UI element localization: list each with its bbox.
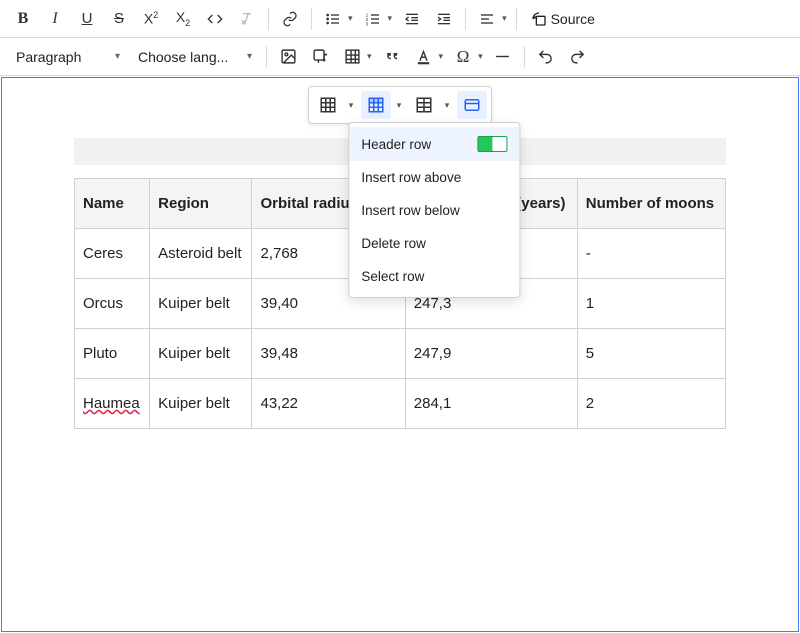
- heading-dropdown-label: Paragraph: [16, 49, 81, 65]
- table-row[interactable]: Haumea Kuiper belt 43,22 284,1 2: [75, 379, 726, 429]
- undo-button[interactable]: [531, 42, 561, 72]
- insert-table-button[interactable]: [337, 42, 367, 72]
- table-column-button[interactable]: [313, 91, 343, 119]
- text-color-button[interactable]: [409, 42, 439, 72]
- alignment-button[interactable]: [472, 4, 502, 34]
- select-row-item[interactable]: Select row: [349, 260, 519, 293]
- separator: [516, 8, 517, 30]
- cell-name-text: Haumea: [83, 395, 140, 412]
- delete-row-label: Delete row: [361, 236, 426, 251]
- separator: [266, 46, 267, 68]
- subscript-button[interactable]: X2: [168, 4, 198, 34]
- table-row-chevron-icon[interactable]: ▾: [391, 91, 407, 119]
- separator: [311, 8, 312, 30]
- chevron-down-icon: ▾: [247, 51, 252, 62]
- bulleted-list-chevron-icon[interactable]: ▾: [348, 13, 356, 24]
- alignment-chevron-icon[interactable]: ▾: [502, 13, 510, 24]
- col-header-moons[interactable]: Number of moons: [577, 179, 725, 229]
- cell-moons[interactable]: 5: [577, 329, 725, 379]
- cell-name[interactable]: Pluto: [75, 329, 150, 379]
- table-row-button[interactable]: [361, 91, 391, 119]
- language-dropdown-label: Choose lang...: [138, 49, 228, 65]
- editor-canvas[interactable]: ▾ ▾ ▾: [1, 77, 799, 632]
- source-button[interactable]: Source: [523, 4, 603, 34]
- blockquote-button[interactable]: [377, 42, 407, 72]
- italic-button[interactable]: I: [40, 4, 70, 34]
- insert-row-above-item[interactable]: Insert row above: [349, 161, 519, 194]
- heading-dropdown[interactable]: Paragraph ▾: [8, 42, 128, 72]
- language-dropdown[interactable]: Choose lang... ▾: [130, 42, 260, 72]
- chevron-down-icon: ▾: [115, 51, 120, 62]
- header-row-switch-on[interactable]: [477, 136, 507, 152]
- superscript-button[interactable]: X2: [136, 4, 166, 34]
- separator: [465, 8, 466, 30]
- select-row-label: Select row: [361, 269, 424, 284]
- svg-text:3: 3: [365, 21, 368, 26]
- insert-row-above-label: Insert row above: [361, 170, 461, 185]
- table-merge-button[interactable]: [409, 91, 439, 119]
- toolbar-row-1: B I U S X2 X2 ▾ 123 ▾: [0, 0, 800, 38]
- special-char-button[interactable]: Ω: [448, 42, 478, 72]
- code-button[interactable]: [200, 4, 230, 34]
- table-row-dropdown: Header row Insert row above Insert row b…: [348, 122, 520, 298]
- bulleted-list-button[interactable]: [318, 4, 348, 34]
- toolbar-row-2: Paragraph ▾ Choose lang... ▾ ▾ ▾ Ω ▾: [0, 38, 800, 76]
- cell-radius[interactable]: 39,48: [252, 329, 405, 379]
- image-button[interactable]: [273, 42, 303, 72]
- strikethrough-button[interactable]: S: [104, 4, 134, 34]
- col-header-region[interactable]: Region: [150, 179, 252, 229]
- indent-button[interactable]: [429, 4, 459, 34]
- insert-row-below-label: Insert row below: [361, 203, 459, 218]
- underline-button[interactable]: U: [72, 4, 102, 34]
- table-column-chevron-icon[interactable]: ▾: [343, 91, 359, 119]
- table-properties-button[interactable]: [457, 91, 487, 119]
- link-button[interactable]: [275, 4, 305, 34]
- cell-name[interactable]: Ceres: [75, 229, 150, 279]
- delete-row-item[interactable]: Delete row: [349, 227, 519, 260]
- cell-radius[interactable]: 43,22: [252, 379, 405, 429]
- cell-period[interactable]: 247,9: [405, 329, 577, 379]
- redo-button[interactable]: [563, 42, 593, 72]
- cell-moons[interactable]: -: [577, 229, 725, 279]
- separator: [524, 46, 525, 68]
- cell-period[interactable]: 284,1: [405, 379, 577, 429]
- table-row[interactable]: Pluto Kuiper belt 39,48 247,9 5: [75, 329, 726, 379]
- bold-button[interactable]: B: [8, 4, 38, 34]
- outdent-button[interactable]: [397, 4, 427, 34]
- cell-moons[interactable]: 2: [577, 379, 725, 429]
- media-button[interactable]: [305, 42, 335, 72]
- cell-region[interactable]: Kuiper belt: [150, 329, 252, 379]
- text-color-chevron-icon[interactable]: ▾: [439, 51, 447, 62]
- cell-moons[interactable]: 1: [577, 279, 725, 329]
- remove-format-button[interactable]: [232, 4, 262, 34]
- col-header-name[interactable]: Name: [75, 179, 150, 229]
- numbered-list-button[interactable]: 123: [358, 4, 388, 34]
- header-row-toggle[interactable]: Header row: [349, 127, 519, 161]
- cell-region[interactable]: Kuiper belt: [150, 279, 252, 329]
- cell-name[interactable]: Haumea: [75, 379, 150, 429]
- insert-row-below-item[interactable]: Insert row below: [349, 194, 519, 227]
- special-char-chevron-icon[interactable]: ▾: [478, 51, 486, 62]
- cell-name[interactable]: Orcus: [75, 279, 150, 329]
- horizontal-line-button[interactable]: [488, 42, 518, 72]
- cell-region[interactable]: Asteroid belt: [150, 229, 252, 279]
- source-button-label: Source: [551, 11, 595, 27]
- table-merge-chevron-icon[interactable]: ▾: [439, 91, 455, 119]
- table-context-toolbar: ▾ ▾ ▾: [308, 86, 492, 124]
- insert-table-chevron-icon[interactable]: ▾: [367, 51, 375, 62]
- numbered-list-chevron-icon[interactable]: ▾: [388, 13, 396, 24]
- header-row-label: Header row: [361, 137, 431, 152]
- separator: [268, 8, 269, 30]
- cell-region[interactable]: Kuiper belt: [150, 379, 252, 429]
